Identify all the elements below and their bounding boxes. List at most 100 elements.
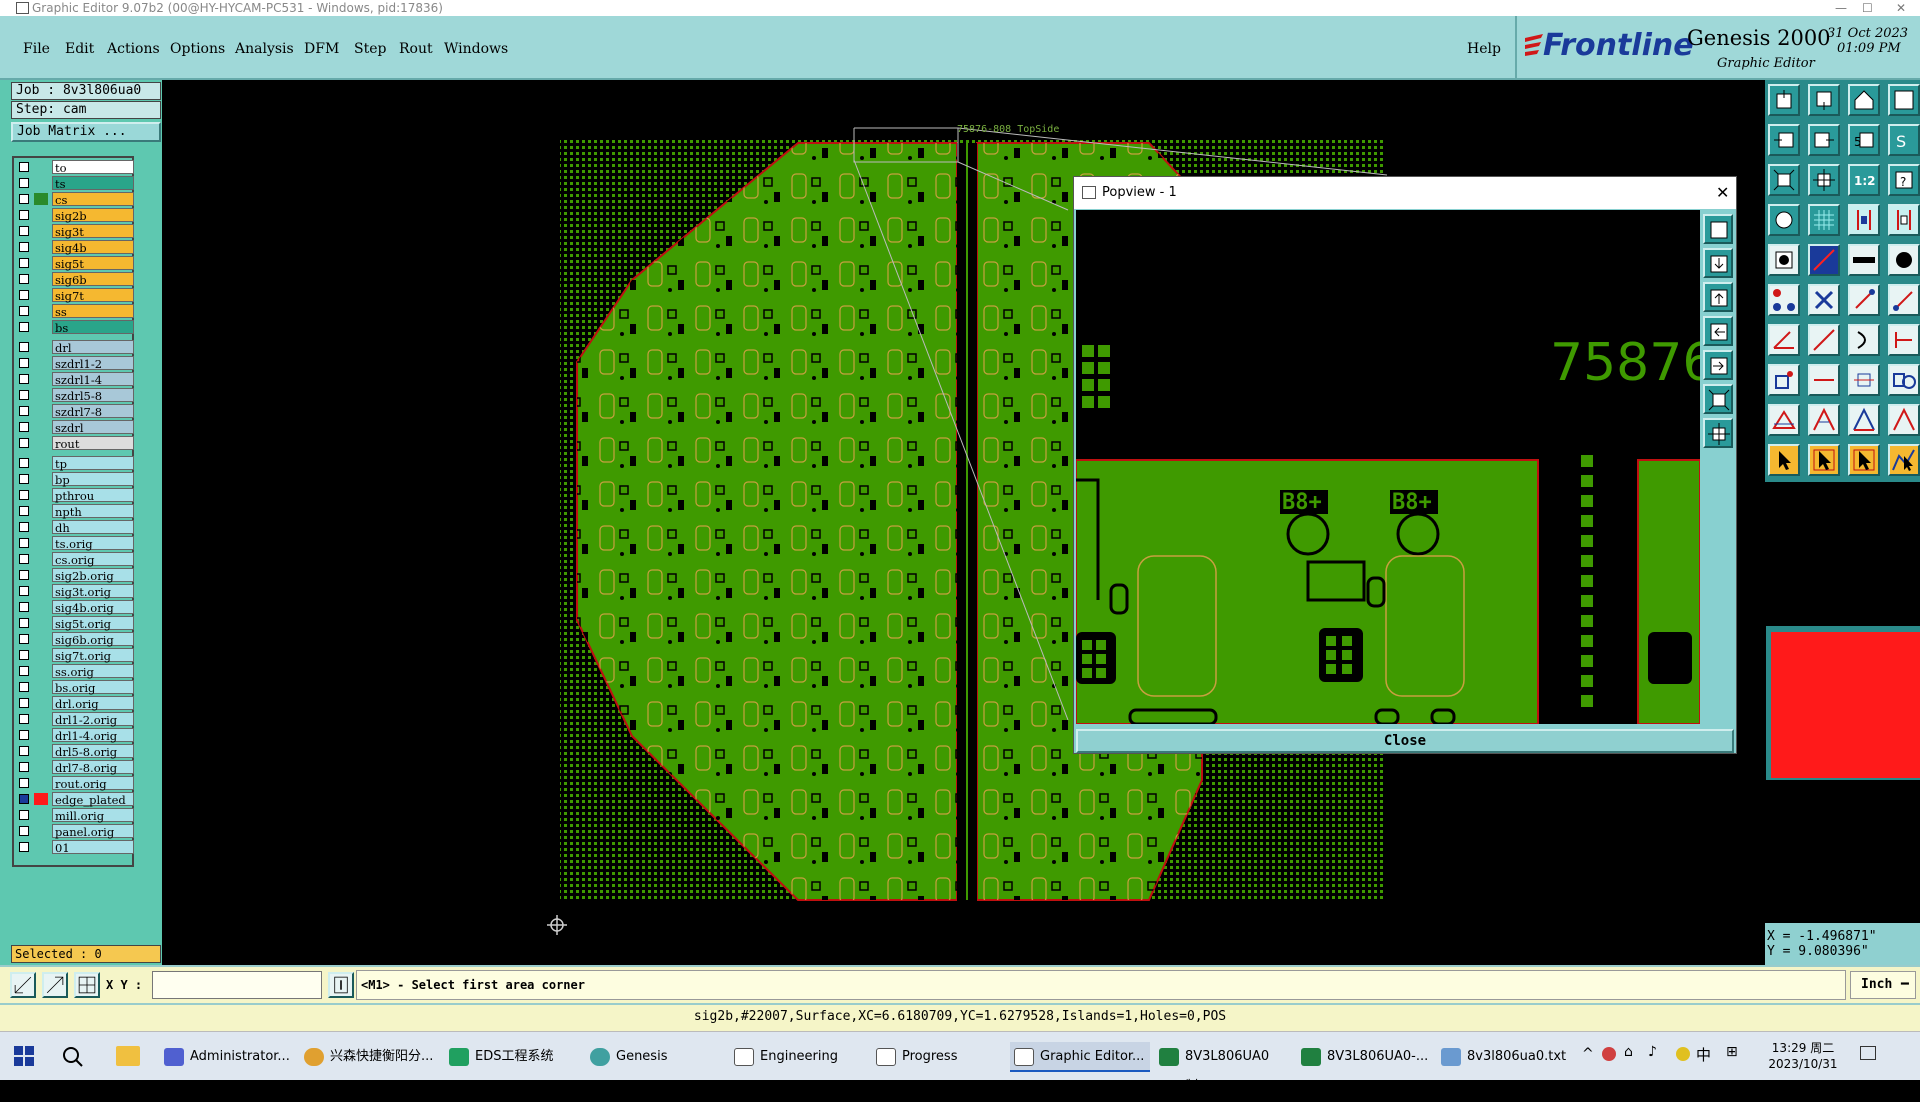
layer-name[interactable]: sig4b.orig <box>52 600 134 615</box>
layer-checkbox[interactable] <box>19 506 29 516</box>
layer-row[interactable]: ss <box>16 304 134 319</box>
layer-row[interactable]: szdrl7-8 <box>16 404 134 419</box>
layer-checkbox[interactable] <box>19 682 29 692</box>
file-explorer-icon[interactable] <box>116 1046 140 1066</box>
layer-row[interactable]: cs.orig <box>16 552 134 567</box>
tool-diag-icon[interactable] <box>1808 324 1840 356</box>
menu-edit[interactable]: Edit <box>65 41 94 57</box>
popview-zoom-icon[interactable] <box>1703 418 1733 448</box>
tool-circle-icon[interactable] <box>1888 244 1920 276</box>
tool-window-icon[interactable] <box>1888 84 1920 116</box>
layer-name[interactable]: szdrl <box>52 420 134 435</box>
layer-name[interactable]: bp <box>52 472 134 487</box>
layer-row[interactable]: drl <box>16 340 134 355</box>
tool-triangle4-icon[interactable] <box>1888 404 1920 436</box>
tool-select-poly-icon[interactable] <box>1888 444 1920 476</box>
layer-row[interactable]: szdrl5-8 <box>16 388 134 403</box>
layer-row[interactable]: sig6b.orig <box>16 632 134 647</box>
layer-checkbox[interactable] <box>19 618 29 628</box>
layer-name[interactable]: drl1-2.orig <box>52 712 134 727</box>
layer-name[interactable]: dh <box>52 520 134 535</box>
layer-checkbox[interactable] <box>19 490 29 500</box>
popview-tool-2[interactable] <box>1703 248 1733 278</box>
tool-snap-pad-icon[interactable] <box>1848 204 1880 236</box>
layer-checkbox[interactable] <box>19 666 29 676</box>
layer-checkbox[interactable] <box>19 842 29 852</box>
tool-segment2-icon[interactable] <box>1888 284 1920 316</box>
layer-name[interactable]: sig3t <box>52 224 134 239</box>
layer-checkbox[interactable] <box>19 538 29 548</box>
layer-name[interactable]: szdrl5-8 <box>52 388 134 403</box>
layer-row[interactable]: sig5t <box>16 256 134 271</box>
tool-zoom-1to2-icon[interactable]: 1:2 <box>1848 164 1880 196</box>
layer-checkbox[interactable] <box>19 306 29 316</box>
layer-row[interactable]: drl.orig <box>16 696 134 711</box>
layer-row[interactable]: drl1-2.orig <box>16 712 134 727</box>
tool-line-red-icon[interactable] <box>1808 244 1840 276</box>
layer-checkbox[interactable] <box>19 746 29 756</box>
tool-pan-right-icon[interactable] <box>1808 124 1840 156</box>
minimize-icon[interactable]: — <box>1835 0 1847 16</box>
layer-row[interactable]: tp <box>16 456 134 471</box>
layer-row[interactable]: npth <box>16 504 134 519</box>
layer-checkbox[interactable] <box>19 210 29 220</box>
layer-name[interactable]: sig4b <box>52 240 134 255</box>
layer-name[interactable]: rout <box>52 436 134 451</box>
tool-redraw-icon[interactable]: 5 <box>1848 124 1880 156</box>
layer-row[interactable]: mill.orig <box>16 808 134 823</box>
layer-name[interactable]: sig6b <box>52 272 134 287</box>
layer-checkbox[interactable] <box>19 586 29 596</box>
tool-triangle3-icon[interactable] <box>1848 404 1880 436</box>
layer-name[interactable]: bs <box>52 320 134 335</box>
popview-close-button[interactable]: Close <box>1076 729 1734 753</box>
layer-checkbox[interactable] <box>19 258 29 268</box>
tool-home-icon[interactable] <box>1848 84 1880 116</box>
tool-corner-icon[interactable] <box>1768 364 1800 396</box>
layer-row[interactable]: sig4b.orig <box>16 600 134 615</box>
layer-row[interactable]: szdrl <box>16 420 134 435</box>
task-eds[interactable]: EDS工程系统 <box>445 1042 570 1072</box>
layer-name[interactable]: sig7t.orig <box>52 648 134 663</box>
popview-canvas[interactable]: 75876 B8+ B8+ <box>1076 210 1700 724</box>
tool-angle-icon[interactable] <box>1768 324 1800 356</box>
layer-checkbox[interactable] <box>19 162 29 172</box>
layer-name[interactable]: sig5t.orig <box>52 616 134 631</box>
tool-triangle-icon[interactable] <box>1768 404 1800 436</box>
layer-checkbox[interactable] <box>19 194 29 204</box>
task-progress[interactable]: Progress <box>872 1042 997 1072</box>
task-8v3l-doc[interactable]: 8V3L806UA0制... <box>1155 1042 1285 1094</box>
layer-name[interactable]: ts <box>52 176 134 191</box>
layer-row[interactable]: sig2b.orig <box>16 568 134 583</box>
layer-name[interactable]: to <box>52 160 134 175</box>
popview-tool-5[interactable] <box>1703 350 1733 380</box>
layer-checkbox[interactable] <box>19 634 29 644</box>
menu-actions[interactable]: Actions <box>107 41 160 57</box>
task-genesis[interactable]: Genesis <box>586 1042 711 1072</box>
tray-network-icon[interactable]: ⌂ <box>1624 1044 1633 1060</box>
menu-help[interactable]: Help <box>1467 41 1501 57</box>
layer-name[interactable]: drl <box>52 340 134 355</box>
layer-name[interactable]: szdrl1-4 <box>52 372 134 387</box>
layer-checkbox[interactable] <box>19 406 29 416</box>
tool-cross-icon[interactable] <box>1808 284 1840 316</box>
tool-pad-icon[interactable] <box>1768 244 1800 276</box>
layer-name[interactable]: cs <box>52 192 134 207</box>
layer-row[interactable]: sig7t.orig <box>16 648 134 663</box>
taskbar-search-icon[interactable] <box>62 1046 84 1068</box>
tool-bottom-icon[interactable] <box>1808 84 1840 116</box>
layer-checkbox[interactable] <box>19 358 29 368</box>
layer-name[interactable]: ts.orig <box>52 536 134 551</box>
layer-checkbox[interactable] <box>19 570 29 580</box>
layer-row[interactable]: sig7t <box>16 288 134 303</box>
layer-name[interactable]: sig2b <box>52 208 134 223</box>
layer-checkbox[interactable] <box>19 458 29 468</box>
tool-pan-left-icon[interactable] <box>1768 124 1800 156</box>
cmd-tool-1-icon[interactable] <box>10 972 36 998</box>
layer-row[interactable]: sig2b <box>16 208 134 223</box>
tool-snap-icon[interactable]: S <box>1888 124 1920 156</box>
tool-zoom-area-icon[interactable] <box>1808 164 1840 196</box>
layer-checkbox[interactable] <box>19 698 29 708</box>
menu-step[interactable]: Step <box>354 41 386 57</box>
layer-row[interactable]: 01 <box>16 840 134 855</box>
layer-checkbox[interactable] <box>19 274 29 284</box>
